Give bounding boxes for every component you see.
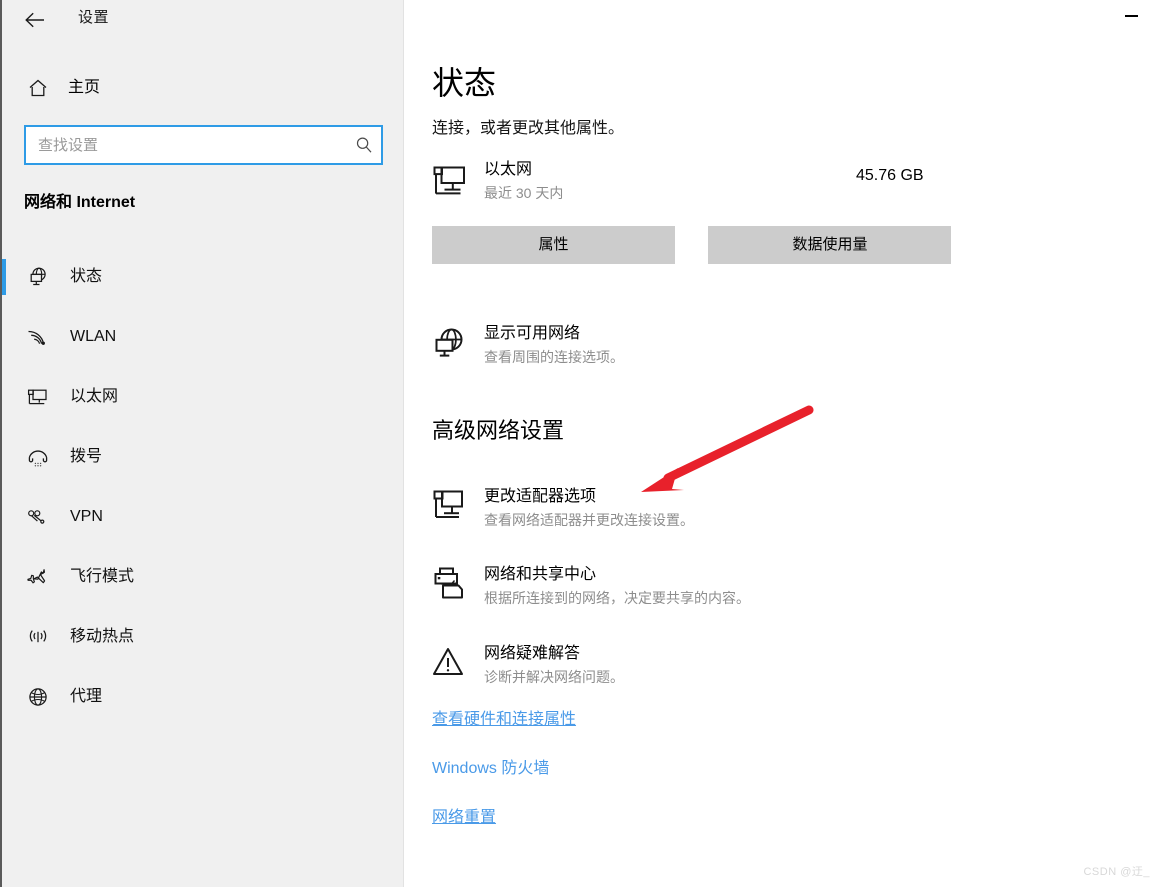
link-network-reset[interactable]: 网络重置 <box>432 806 496 830</box>
selection-indicator <box>2 499 6 535</box>
home-icon <box>16 77 60 99</box>
sidebar-nav: 状态 WLAN 以太网 拨号 VPN 飞行模式 移动热点 代理 <box>2 247 406 727</box>
minimize-icon <box>1124 15 1138 17</box>
sidebar-item-label: 以太网 <box>70 388 119 405</box>
proxy-globe-icon <box>18 685 58 709</box>
ethernet-monitor-icon <box>432 158 476 198</box>
airplane-icon <box>18 565 58 589</box>
connection-name: 以太网 <box>484 161 533 178</box>
main-content: 状态 连接，或者更改其他属性。 以太网 最近 30 天内 45.76 GB 属性 <box>404 0 1162 887</box>
sidebar-item-label: 状态 <box>70 268 103 285</box>
network-sharing-center-item[interactable]: 网络和共享中心 根据所连接到的网络，决定要共享的内容。 <box>432 563 992 609</box>
adapter-options-desc: 查看网络适配器并更改连接设置。 <box>484 512 694 528</box>
sidebar-item-label: 代理 <box>70 688 103 705</box>
ethernet-icon <box>18 385 58 409</box>
sharing-center-title: 网络和共享中心 <box>484 566 597 583</box>
sidebar-item-home[interactable]: 主页 <box>2 68 406 108</box>
link-view-hardware-properties[interactable]: 查看硬件和连接属性 <box>432 708 576 732</box>
page-title: 状态 <box>432 65 497 101</box>
search-box[interactable] <box>24 125 383 165</box>
sharing-center-icon <box>432 563 476 601</box>
search-input[interactable] <box>26 127 347 163</box>
title-bar: 设置 <box>0 0 1162 40</box>
selection-indicator <box>2 259 6 295</box>
search-icon[interactable] <box>347 136 381 154</box>
selection-indicator <box>2 379 6 415</box>
connection-period: 最近 30 天内 <box>484 185 564 201</box>
available-networks-globe-icon <box>432 322 476 360</box>
sidebar-item-label: VPN <box>70 508 103 525</box>
page-subtitle: 连接，或者更改其他属性。 <box>432 120 625 137</box>
show-available-networks-item[interactable]: 显示可用网络 查看周围的连接选项。 <box>432 322 992 368</box>
sidebar-item-vpn[interactable]: VPN <box>2 487 406 547</box>
selection-indicator <box>2 619 6 655</box>
troubleshoot-desc: 诊断并解决网络问题。 <box>484 669 624 685</box>
sidebar-item-ethernet[interactable]: 以太网 <box>2 367 406 427</box>
selection-indicator <box>2 679 6 715</box>
show-networks-title: 显示可用网络 <box>484 325 581 342</box>
mobile-hotspot-icon <box>18 625 58 649</box>
sidebar-item-status[interactable]: 状态 <box>2 247 406 307</box>
vpn-icon <box>18 505 58 529</box>
selection-indicator <box>2 319 6 355</box>
sidebar: 主页 网络和 Internet <box>0 0 404 887</box>
properties-button[interactable]: 属性 <box>432 226 675 264</box>
change-adapter-options-item[interactable]: 更改适配器选项 查看网络适配器并更改连接设置。 <box>432 485 992 531</box>
troubleshoot-warning-icon <box>432 642 476 678</box>
sidebar-item-mobile-hotspot[interactable]: 移动热点 <box>2 607 406 667</box>
settings-window: 主页 网络和 Internet <box>0 0 1162 887</box>
show-networks-desc: 查看周围的连接选项。 <box>484 349 624 365</box>
action-buttons: 属性 数据使用量 <box>432 226 952 264</box>
troubleshoot-title: 网络疑难解答 <box>484 645 581 662</box>
dialup-phone-icon <box>18 445 58 469</box>
connection-data-usage: 45.76 GB <box>856 167 924 184</box>
adapter-options-title: 更改适配器选项 <box>484 488 597 505</box>
sidebar-category-title: 网络和 Internet <box>24 194 136 211</box>
data-usage-button[interactable]: 数据使用量 <box>708 226 952 264</box>
sidebar-item-proxy[interactable]: 代理 <box>2 667 406 727</box>
sidebar-item-wlan[interactable]: WLAN <box>2 307 406 367</box>
link-windows-firewall[interactable]: Windows 防火墙 <box>432 757 549 781</box>
sidebar-item-airplane-mode[interactable]: 飞行模式 <box>2 547 406 607</box>
sidebar-home-label: 主页 <box>68 79 101 96</box>
sidebar-item-label: WLAN <box>70 328 117 345</box>
back-button[interactable] <box>18 4 52 36</box>
selection-indicator <box>2 559 6 595</box>
sidebar-item-label: 飞行模式 <box>70 568 135 585</box>
wifi-icon <box>18 325 58 349</box>
minimize-button[interactable] <box>1108 0 1154 32</box>
adapter-monitor-icon <box>432 485 476 521</box>
status-globe-icon <box>18 265 58 289</box>
sidebar-item-label: 移动热点 <box>70 628 135 645</box>
network-troubleshoot-item[interactable]: 网络疑难解答 诊断并解决网络问题。 <box>432 642 992 688</box>
sidebar-item-label: 拨号 <box>70 448 103 465</box>
selection-indicator <box>2 439 6 475</box>
sidebar-item-dialup[interactable]: 拨号 <box>2 427 406 487</box>
window-title: 设置 <box>78 9 110 26</box>
watermark: CSDN @迂_ <box>1083 866 1150 878</box>
advanced-settings-heading: 高级网络设置 <box>432 418 565 443</box>
back-arrow-icon <box>25 12 44 28</box>
sharing-center-desc: 根据所连接到的网络，决定要共享的内容。 <box>484 590 750 606</box>
